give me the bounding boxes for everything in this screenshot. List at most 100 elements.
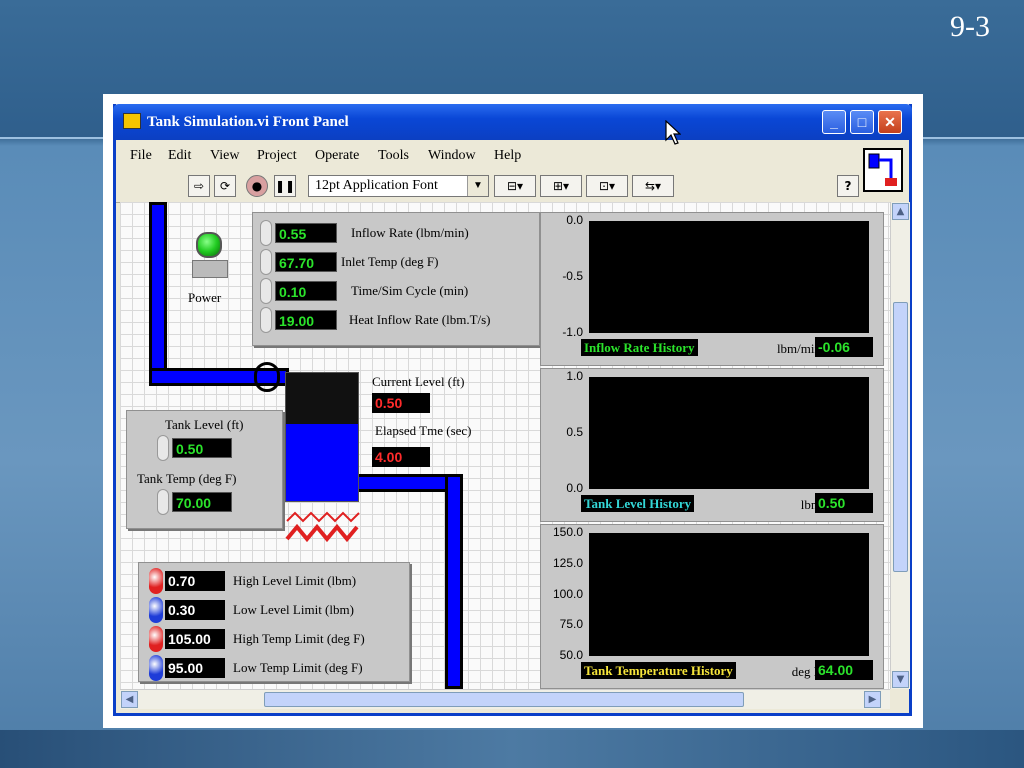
outlet-pipe-vertical — [445, 474, 463, 689]
chart-plot-area — [589, 221, 869, 333]
close-button[interactable]: ✕ — [878, 110, 902, 134]
title-bar[interactable]: Tank Simulation.vi Front Panel _ □ ✕ — [113, 104, 912, 140]
elapsed-time-indicator: 4.00 — [372, 447, 430, 467]
waveform-chart: 0.0 -0.5 -1.0 Inflow Rate History lbm/min -0.… — [540, 212, 884, 366]
scroll-left-icon[interactable]: ◀ — [121, 691, 138, 708]
pause-icon[interactable]: ❚❚ — [274, 175, 296, 197]
power-switch[interactable] — [192, 260, 228, 278]
menu-tools[interactable]: Tools — [378, 148, 409, 164]
horizontal-scroll-thumb[interactable] — [264, 692, 744, 707]
inflow-rate-label: Inflow Rate (lbm/min) — [351, 225, 469, 240]
heat-inflow-input[interactable]: 19.00 — [275, 310, 337, 330]
menu-edit[interactable]: Edit — [168, 148, 191, 164]
limit-label: High Temp Limit (deg F) — [233, 631, 365, 646]
inflow-rate-spinner[interactable] — [260, 220, 272, 246]
heat-inflow-label: Heat Inflow Rate (lbm.T/s) — [349, 312, 491, 327]
menu-bar: File Edit View Project Operate Tools Win… — [116, 140, 909, 168]
vi-icon[interactable] — [863, 148, 903, 192]
distribute-objects-icon[interactable]: ⊞▾ — [540, 175, 582, 197]
tank-level-spinner[interactable] — [157, 435, 169, 461]
y-tick-label: 150.0 — [552, 525, 583, 539]
maximize-button[interactable]: □ — [850, 110, 874, 134]
inlet-temp-input[interactable]: 67.70 — [275, 252, 337, 272]
chart-plot-area — [589, 377, 869, 489]
y-tick-label: 75.0 — [559, 617, 583, 632]
heater-icon — [285, 511, 360, 543]
menu-window[interactable]: Window — [428, 148, 476, 164]
align-objects-icon[interactable]: ⊟▾ — [494, 175, 536, 197]
font-selector-value: 12pt Application Font — [315, 178, 438, 193]
y-tick-label: 50.0 — [559, 648, 583, 662]
inflow-rate-input[interactable]: 0.55 — [275, 223, 337, 243]
tank-temp-input[interactable]: 70.00 — [172, 492, 232, 512]
y-tick-label: 0.0 — [566, 213, 583, 227]
scroll-up-icon[interactable]: ▲ — [892, 203, 909, 220]
help-button[interactable]: ? — [837, 175, 859, 197]
tank-temp-spinner[interactable] — [157, 489, 169, 515]
font-selector[interactable]: 12pt Application Font ▼ — [308, 175, 489, 197]
tank-temp-label: Tank Temp (deg F) — [137, 471, 237, 486]
reorder-icon[interactable]: ⇆▾ — [632, 175, 674, 197]
limit-input[interactable]: 95.00 — [165, 658, 225, 678]
limits-cluster: 0.70 High Level Limit (lbm) 0.30 Low Level … — [138, 562, 410, 682]
tank-cluster: Tank Level (ft) 0.50 Tank Temp (deg F) 7… — [126, 410, 283, 529]
labview-window: Tank Simulation.vi Front Panel _ □ ✕ Fil… — [113, 104, 912, 716]
inlet-temp-label: Inlet Temp (deg F) — [341, 254, 439, 269]
menu-help[interactable]: Help — [494, 148, 521, 164]
limit-spinner-icon[interactable] — [149, 626, 163, 652]
inlet-pipe-vertical — [149, 202, 167, 382]
current-level-label: Current Level (ft) — [372, 374, 465, 389]
current-level-indicator: 0.50 — [372, 393, 430, 413]
minimize-button[interactable]: _ — [822, 110, 846, 134]
y-tick-label: 0.0 — [566, 481, 583, 495]
waveform-chart: 1.0 0.5 0.0 Tank Level History lbm 0.50 — [540, 368, 884, 522]
abort-icon[interactable]: ● — [246, 175, 268, 197]
chart-plot-area — [589, 533, 869, 656]
mouse-pointer-icon — [665, 120, 681, 145]
toolbar: ⇨ ⟳ ● ❚❚ 12pt Application Font ▼ ⊟▾ ⊞▾ ⊡… — [116, 168, 909, 203]
scroll-down-icon[interactable]: ▼ — [892, 671, 909, 688]
run-continuously-icon[interactable]: ⟳ — [214, 175, 236, 197]
chart-digital-display: 0.50 — [815, 493, 873, 513]
limit-input[interactable]: 105.00 — [165, 629, 225, 649]
power-label: Power — [188, 290, 222, 305]
horizontal-scrollbar[interactable]: ◀ ▶ — [120, 689, 890, 709]
y-tick-label: -0.5 — [562, 269, 583, 283]
limit-spinner-icon[interactable] — [149, 655, 163, 681]
time-sim-label: Time/Sim Cycle (min) — [351, 283, 469, 298]
chart-title: Inflow Rate History — [581, 339, 698, 356]
menu-operate[interactable]: Operate — [315, 148, 359, 164]
vertical-scroll-thumb[interactable] — [893, 302, 908, 572]
limit-input[interactable]: 0.70 — [165, 571, 225, 591]
chart-title: Tank Temperature History — [581, 662, 736, 679]
limit-spinner-icon[interactable] — [149, 597, 163, 623]
time-sim-spinner[interactable] — [260, 278, 272, 304]
tank-level-input[interactable]: 0.50 — [172, 438, 232, 458]
limit-input[interactable]: 0.30 — [165, 600, 225, 620]
scroll-right-icon[interactable]: ▶ — [864, 691, 881, 708]
limit-label: High Level Limit (lbm) — [233, 573, 357, 588]
heat-inflow-spinner[interactable] — [260, 307, 272, 333]
power-led-icon — [196, 232, 222, 258]
chart-title: Tank Level History — [581, 495, 695, 512]
y-tick-label: 0.5 — [566, 425, 583, 439]
run-arrow-icon[interactable]: ⇨ — [188, 175, 210, 197]
window-title: Tank Simulation.vi Front Panel — [147, 114, 349, 130]
y-tick-label: 100.0 — [552, 586, 583, 601]
limit-spinner-icon[interactable] — [149, 568, 163, 594]
y-tick-label: 1.0 — [566, 369, 583, 383]
menu-view[interactable]: View — [210, 148, 239, 164]
menu-project[interactable]: Project — [257, 148, 297, 164]
chart-digital-display: -0.06 — [815, 337, 873, 357]
chart-digital-display: 64.00 — [815, 660, 873, 680]
resize-objects-icon[interactable]: ⊡▾ — [586, 175, 628, 197]
front-panel: Power 0.55 Inflow Rate (lbm/min) 67.70 I… — [120, 202, 890, 689]
limit-label: Low Temp Limit (deg F) — [233, 660, 363, 675]
time-sim-input[interactable]: 0.10 — [275, 281, 337, 301]
slide-footer-band — [0, 730, 1024, 768]
menu-file[interactable]: File — [130, 148, 152, 164]
y-tick-label: -1.0 — [562, 325, 583, 339]
waveform-chart: 150.0 125.0 100.0 75.0 50.0 Tank Temperature … — [540, 524, 884, 689]
inlet-temp-spinner[interactable] — [260, 249, 272, 275]
vertical-scrollbar[interactable]: ▲ ▼ — [890, 202, 910, 689]
